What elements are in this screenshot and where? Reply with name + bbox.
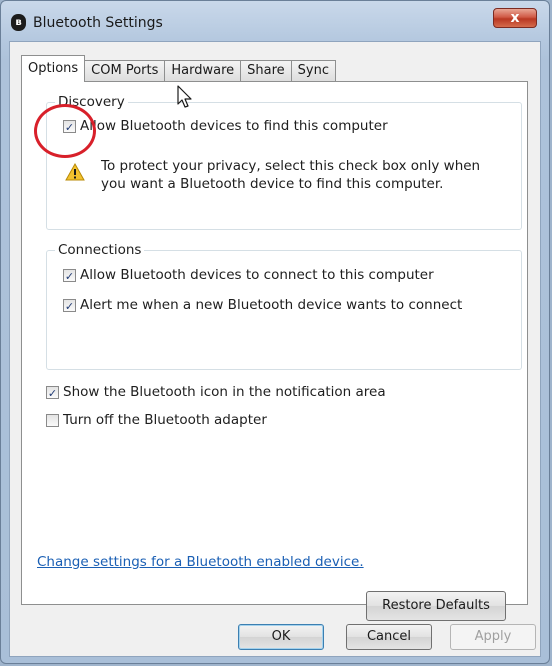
show-icon-label: Show the Bluetooth icon in the notificat… [63,384,386,400]
turn-off-option[interactable]: Turn off the Bluetooth adapter [46,412,267,428]
show-icon-checkbox[interactable]: ✓ [46,385,59,400]
window-title: Bluetooth Settings [33,15,163,31]
title-bar[interactable]: ʙ Bluetooth Settings x [1,1,549,41]
ok-button[interactable]: OK [238,624,324,650]
tab-sync[interactable]: Sync [290,60,336,82]
allow-connect-checkbox[interactable]: ✓ [63,268,76,283]
change-device-settings-link[interactable]: Change settings for a Bluetooth enabled … [37,554,364,570]
bluetooth-settings-window: ʙ Bluetooth Settings x Options COM Ports… [0,0,550,664]
warning-line-2: you want a Bluetooth device to find this… [101,176,444,192]
tab-com-ports[interactable]: COM Ports [84,60,166,82]
connections-group: Connections ✓ Allow Bluetooth devices to… [46,242,522,370]
restore-defaults-button[interactable]: Restore Defaults [366,591,506,621]
allow-connect-label: Allow Bluetooth devices to connect to th… [80,267,434,283]
cancel-button[interactable]: Cancel [346,624,432,650]
alert-new-label: Alert me when a new Bluetooth device wan… [80,297,463,313]
tab-share[interactable]: Share [240,60,292,82]
highlight-circle [34,104,96,158]
allow-find-option[interactable]: ✓ Allow Bluetooth devices to find this c… [63,118,388,134]
connections-group-label: Connections [55,242,145,258]
tab-hardware[interactable]: Hardware [164,60,242,82]
turn-off-label: Turn off the Bluetooth adapter [63,412,267,428]
allow-find-label: Allow Bluetooth devices to find this com… [80,118,388,134]
bluetooth-icon: ʙ [11,14,26,31]
turn-off-checkbox[interactable] [46,413,59,427]
warning-icon [65,163,85,181]
alert-new-checkbox[interactable]: ✓ [63,298,76,313]
tab-strip: Options COM Ports Hardware Share Sync [21,55,336,82]
show-icon-option[interactable]: ✓ Show the Bluetooth icon in the notific… [46,384,386,400]
allow-connect-option[interactable]: ✓ Allow Bluetooth devices to connect to … [63,267,434,283]
warning-line-1: To protect your privacy, select this che… [101,158,481,174]
close-button[interactable]: x [493,8,537,28]
alert-new-option[interactable]: ✓ Alert me when a new Bluetooth device w… [63,297,462,313]
options-panel: Discovery ✓ Allow Bluetooth devices to f… [21,81,528,621]
privacy-warning-text: To protect your privacy, select this che… [101,157,501,193]
discovery-group: Discovery ✓ Allow Bluetooth devices to f… [46,94,522,230]
mouse-cursor-icon [177,85,192,108]
tab-options[interactable]: Options [21,55,86,82]
apply-button[interactable]: Apply [450,624,536,650]
